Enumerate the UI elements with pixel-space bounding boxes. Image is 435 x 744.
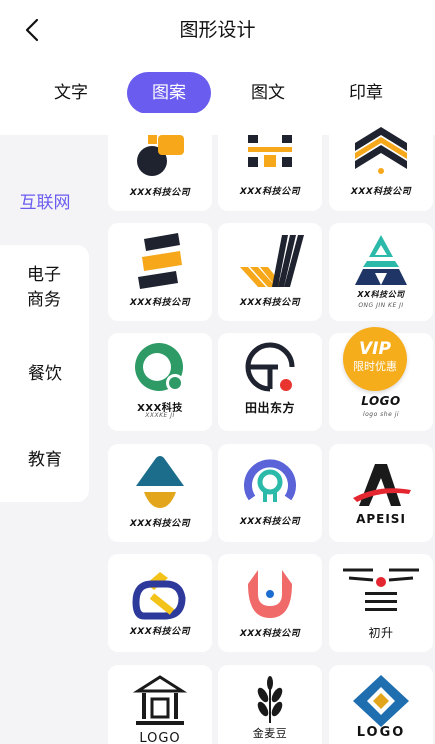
logo-caption: XX科技公司	[357, 290, 405, 299]
tab-text[interactable]: 文字	[35, 72, 107, 114]
logo-caption: XXX科技公司	[239, 517, 301, 527]
logo-card[interactable]: XXX科技公司	[108, 113, 212, 211]
logo-caption: 初升	[368, 626, 394, 640]
sidebar-item-internet[interactable]: 互联网	[0, 191, 90, 216]
logo-card[interactable]: XXX科技公司	[218, 113, 322, 211]
tab-pattern[interactable]: 图案	[127, 72, 211, 114]
logo-card[interactable]: LOGO	[329, 665, 433, 744]
sidebar-item-education[interactable]: 教育	[0, 448, 90, 473]
tab-graphic-text[interactable]: 图文	[232, 72, 304, 114]
logo-caption: XXX科技公司	[129, 188, 191, 198]
logo-card[interactable]: XXX科技 XXXKE JI	[108, 333, 212, 431]
logo-graphic-icon	[132, 572, 186, 620]
page-title: 图形设计	[179, 19, 256, 41]
logo-caption: APEISI	[356, 512, 406, 526]
logo-graphic-icon	[353, 464, 411, 506]
logo-subcaption: logo she ji	[362, 411, 400, 418]
logo-card[interactable]: 初升	[329, 554, 433, 652]
logo-card[interactable]: XX科技公司 ONG JIN KE JI	[329, 223, 433, 321]
logo-card[interactable]: 田出东方	[218, 333, 322, 431]
logo-card[interactable]: APEISI	[329, 444, 433, 542]
logo-card[interactable]: XXX科技公司	[218, 223, 322, 321]
logo-caption: XXX科技公司	[239, 629, 301, 639]
logo-caption: 田出东方	[244, 401, 295, 415]
sidebar-item-catering[interactable]: 餐饮	[0, 362, 90, 387]
category-tabs: 文字 图案 图文 印章	[0, 72, 435, 114]
logo-caption: LOGO	[356, 725, 406, 740]
logo-caption: XXX科技公司	[129, 298, 191, 308]
logo-caption: XXX科技公司	[350, 187, 412, 197]
logo-card[interactable]: XXX科技公司	[108, 444, 212, 542]
industry-sidebar: 互联网 电子商务 餐饮 教育	[0, 135, 97, 744]
logo-subcaption: ONG JIN KE JI	[358, 302, 404, 309]
logo-card[interactable]: XXX科技公司	[218, 554, 322, 652]
logo-card[interactable]: LOGO	[108, 665, 212, 744]
logo-caption: XXX科技公司	[129, 627, 191, 637]
logo-caption: LOGO	[361, 394, 401, 408]
logo-graphic-icon	[245, 342, 295, 392]
logo-card[interactable]: 金麦豆	[218, 665, 322, 744]
logo-card[interactable]: XXX科技公司	[329, 113, 433, 211]
logo-card[interactable]: LOGO logo she ji	[329, 333, 433, 431]
logo-caption: XXX科技公司	[129, 519, 191, 529]
logo-graphic-icon	[244, 459, 296, 502]
logo-caption: XXX科技公司	[239, 298, 301, 308]
sidebar-item-ecommerce[interactable]: 电子商务	[24, 263, 64, 313]
logo-card[interactable]: XXX科技公司	[218, 444, 322, 542]
logo-card[interactable]: XXX科技公司	[108, 223, 212, 321]
logo-caption: 金麦豆	[252, 727, 288, 740]
tab-seal[interactable]: 印章	[330, 72, 402, 114]
logo-subcaption: XXXKE JI	[145, 412, 175, 419]
logo-caption: LOGO	[139, 731, 181, 744]
logo-card[interactable]: XXX科技公司	[108, 554, 212, 652]
logo-caption: XXX科技公司	[239, 187, 301, 197]
